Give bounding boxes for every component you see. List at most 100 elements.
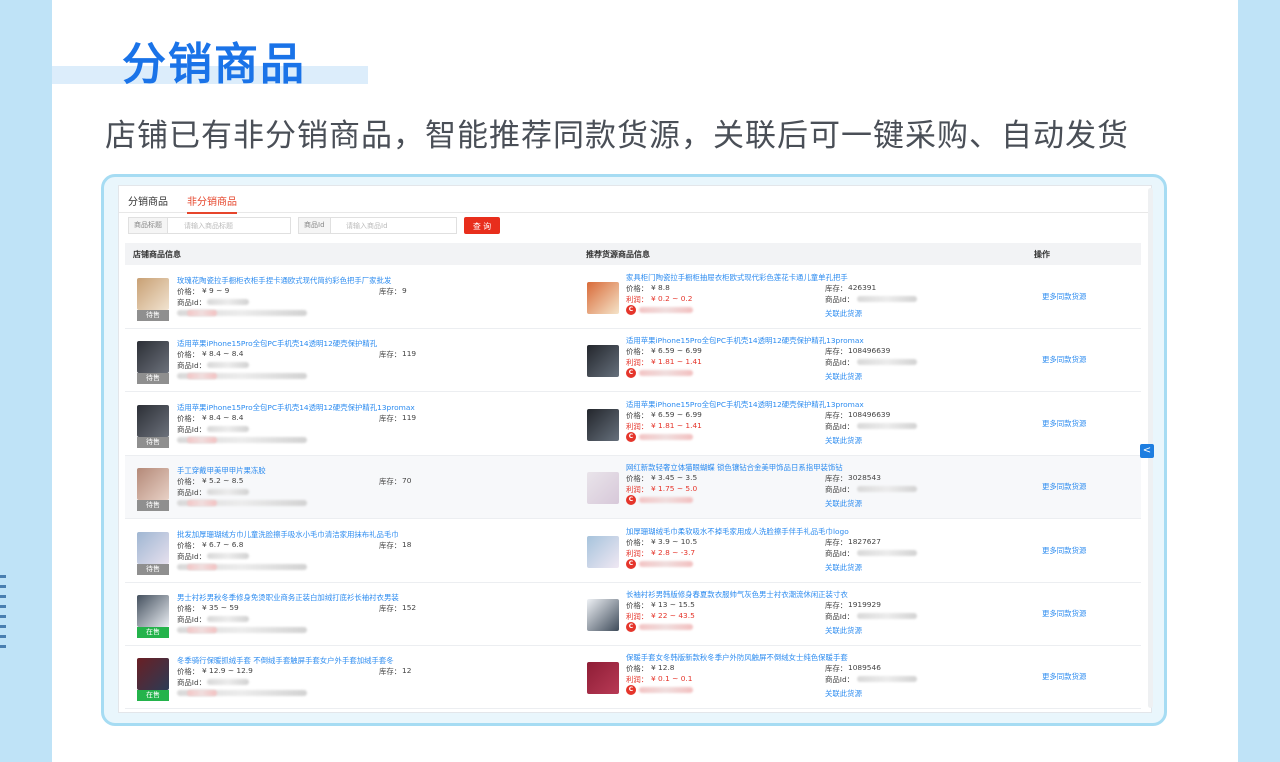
- app-window: 分销商品 非分销商品 商品标题 商品Id 查 询 店铺商品信息 推荐货源商品信息…: [118, 185, 1152, 713]
- header-action: 操作: [1034, 250, 1050, 259]
- source-product-image[interactable]: [587, 535, 619, 568]
- shop-product-image[interactable]: [137, 595, 169, 627]
- source-product-title[interactable]: 长袖衬衫男韩版修身春夏款衣服帅气灰色男士衬衣潮流休闲正装寸衣: [626, 589, 848, 600]
- source-product-title[interactable]: 家具柜门陶瓷拉手橱柜抽屉衣柜欧式现代彩色莲花卡通儿童单孔把手: [626, 272, 848, 283]
- source-profit: ¥ 1.81 ~ 1.41: [651, 357, 702, 367]
- stock-label: 库存：: [379, 667, 402, 677]
- source-product-image[interactable]: [587, 408, 619, 441]
- shop-product-title[interactable]: 手工穿戴甲美甲甲片果冻胶: [177, 465, 266, 476]
- shop-product-image[interactable]: [137, 404, 169, 437]
- price-label: 价格：: [177, 413, 200, 423]
- decor-stripes: [0, 575, 6, 655]
- profit-label: 利润：: [626, 421, 649, 431]
- shop-price: ¥ 9 ~ 9: [202, 286, 230, 295]
- redacted-tag: [187, 436, 217, 443]
- redacted-id: [207, 425, 249, 432]
- shop-product-image[interactable]: [137, 341, 169, 374]
- more-sources-link[interactable]: 更多同款货源: [1042, 481, 1086, 492]
- shop-stock: 119: [402, 349, 417, 359]
- right-decor-band: [1238, 0, 1280, 762]
- query-button[interactable]: 查 询: [464, 217, 500, 234]
- shop-price: ¥ 5.2 ~ 8.5: [202, 476, 244, 486]
- stock-label: 库存：: [825, 410, 848, 420]
- shop-product-title[interactable]: 适用苹果iPhone15Pro全包PC手机壳14透明12硬壳保护精孔: [177, 338, 377, 349]
- stock-label: 库存：: [825, 284, 848, 293]
- more-sources-link[interactable]: 更多同款货源: [1042, 608, 1086, 619]
- link-source-button[interactable]: 关联此货源: [825, 371, 862, 382]
- source-profit: ¥ 0.1 ~ 0.1: [651, 674, 693, 684]
- more-sources-link[interactable]: 更多同款货源: [1042, 354, 1086, 365]
- more-sources-link[interactable]: 更多同款货源: [1042, 418, 1086, 429]
- shop-product-title[interactable]: 冬季骑行保暖抓绒手套 不倒绒手套触屏手套女户外手套加绒手套冬: [177, 655, 394, 666]
- supplier-logo-icon: C: [626, 558, 636, 569]
- source-stock: 3028543: [848, 473, 881, 483]
- price-label: 价格：: [177, 477, 200, 487]
- tab-non-distribution-products[interactable]: 非分销商品: [187, 193, 237, 214]
- source-product-image[interactable]: [587, 282, 619, 314]
- stock-label: 库存：: [379, 413, 402, 423]
- source-product-image[interactable]: [587, 472, 619, 505]
- source-product-image[interactable]: [587, 662, 619, 695]
- link-source-button[interactable]: 关联此货源: [825, 498, 862, 509]
- redacted-id: [857, 613, 917, 619]
- redacted-tag: [187, 500, 217, 507]
- link-source-button[interactable]: 关联此货源: [825, 435, 862, 446]
- supplier-logo-icon: C: [626, 368, 636, 379]
- tab-distribution-products[interactable]: 分销商品: [128, 193, 168, 208]
- price-label: 价格：: [177, 540, 200, 550]
- price-label: 价格：: [626, 474, 649, 484]
- price-label: 价格：: [626, 601, 649, 610]
- table-row: 待售 手工穿戴甲美甲甲片果冻胶 价格： ¥ 5.2 ~ 8.5 库存： 70 商…: [125, 456, 1141, 520]
- shop-product-title[interactable]: 适用苹果iPhone15Pro全包PC手机壳14透明12硬壳保护精孔13prom…: [177, 402, 415, 413]
- table-row: 待售 玫瑰花陶瓷拉手橱柜衣柜手捏卡通欧式现代简约彩色把手厂家批发 价格： ¥ 9…: [125, 266, 1141, 329]
- price-label: 价格：: [177, 287, 200, 296]
- source-product-title[interactable]: 保暖手套女冬韩版新款秋冬季户外防风触屏不倒绒女士纯色保暖手套: [626, 652, 848, 663]
- shop-product-title[interactable]: 男士衬衫男秋冬季修身免烫职业商务正装白加绒打底衫长袖衬衣男装: [177, 592, 399, 603]
- source-stock: 108496639: [848, 409, 891, 419]
- status-badge: 待售: [137, 436, 169, 448]
- source-product-title[interactable]: 加厚珊瑚绒毛巾柔软吸水不掉毛家用成人洗脸擦手伴手礼品毛巾logo: [626, 526, 849, 537]
- shop-stock: 70: [402, 476, 412, 486]
- link-source-button[interactable]: 关联此货源: [825, 625, 862, 636]
- more-sources-link[interactable]: 更多同款货源: [1042, 545, 1086, 556]
- more-sources-link[interactable]: 更多同款货源: [1042, 291, 1086, 302]
- source-product-title[interactable]: 适用苹果iPhone15Pro全包PC手机壳14透明12硬壳保护精孔13prom…: [626, 399, 864, 410]
- source-product-image[interactable]: [587, 599, 619, 631]
- source-profit: ¥ 2.8 ~ -3.7: [651, 547, 696, 557]
- redacted-supplier: [639, 497, 693, 504]
- redacted-id: [207, 616, 249, 622]
- more-sources-link[interactable]: 更多同款货源: [1042, 671, 1086, 682]
- table-row: 待售 批发加厚珊瑚绒方巾儿童洗脸擦手吸水小毛巾清洁家用抹布礼品毛巾 价格： ¥ …: [125, 520, 1141, 583]
- product-id-label: 商品Id：: [177, 488, 207, 498]
- shop-price: ¥ 6.7 ~ 6.8: [202, 539, 244, 549]
- redacted-tag: [187, 627, 217, 633]
- id-search-input[interactable]: [341, 218, 461, 233]
- header-shop-info: 店铺商品信息: [133, 250, 181, 259]
- shop-product-title[interactable]: 批发加厚珊瑚绒方巾儿童洗脸擦手吸水小毛巾清洁家用抹布礼品毛巾: [177, 529, 399, 540]
- source-product-title[interactable]: 网红新款轻奢立体猫眼蝴蝶 锁色镶钻合金美甲饰品日系指甲装饰钻: [626, 462, 843, 473]
- link-source-button[interactable]: 关联此货源: [825, 688, 862, 699]
- source-price: ¥ 6.59 ~ 6.99: [651, 409, 702, 419]
- title-search-input[interactable]: [179, 218, 294, 233]
- stock-label: 库存：: [825, 474, 848, 484]
- link-source-button[interactable]: 关联此货源: [825, 308, 862, 319]
- source-product-image[interactable]: [587, 345, 619, 378]
- table-row: 待售 适用苹果iPhone15Pro全包PC手机壳14透明12硬壳保护精孔13p…: [125, 393, 1141, 456]
- shop-product-title[interactable]: 玫瑰花陶瓷拉手橱柜衣柜手捏卡通欧式现代简约彩色把手厂家批发: [177, 275, 391, 286]
- profit-label: 利润：: [626, 612, 649, 621]
- shop-product-image[interactable]: [137, 468, 169, 501]
- link-source-button[interactable]: 关联此货源: [825, 562, 862, 573]
- stock-label: 库存：: [825, 664, 848, 674]
- shop-product-image[interactable]: [137, 658, 169, 691]
- source-product-title[interactable]: 适用苹果iPhone15Pro全包PC手机壳14透明12硬壳保护精孔13prom…: [626, 335, 864, 346]
- redacted-tag: [187, 310, 217, 316]
- shop-product-image[interactable]: [137, 278, 169, 310]
- left-decor-band: [0, 0, 52, 762]
- redacted-id: [857, 549, 917, 556]
- chevron-left-icon[interactable]: <: [1140, 444, 1154, 458]
- status-badge: 待售: [137, 500, 169, 512]
- product-id-label: 商品Id：: [825, 675, 855, 685]
- price-label: 价格：: [177, 604, 200, 613]
- redacted-id: [207, 299, 249, 305]
- shop-product-image[interactable]: [137, 531, 169, 564]
